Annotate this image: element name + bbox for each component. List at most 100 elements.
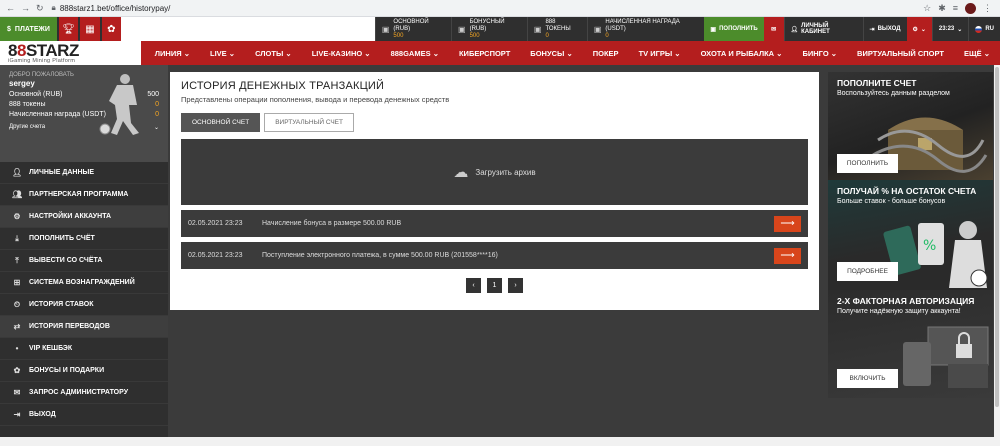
forward-icon[interactable]: → [21,3,30,14]
promo-2fa-button[interactable]: ВКЛЮЧИТЬ [837,369,898,388]
star-icon[interactable]: ☆ [923,3,931,14]
user-icon: 👤︎ [790,26,799,33]
withdraw-icon: ⤒ [15,255,19,265]
page-number[interactable]: 1 [487,278,502,293]
wallet-icon: ▣ [533,24,542,34]
chevron-down-icon: ⌄ [774,48,783,58]
chevron-down-icon: ⌄ [226,48,236,58]
settings-icon: ⚙ [13,212,21,221]
sidebar-item-9[interactable]: ✿ БОНУСЫ И ПОДАРКИ [0,360,168,382]
account-topbar: $ ПЛАТЕЖИ 🏆︎ ▦ ✿ ▣ ОСНОВНОЙ (RUB) 500 ▣ Б… [0,17,1000,41]
menu-item-1[interactable]: LIVE ⌄ [200,49,245,58]
tab-main-account[interactable]: ОСНОВНОЙ СЧЕТ [181,113,261,132]
menu-item-6[interactable]: БОНУСЫ ⌄ [520,49,582,58]
wallet-icon: ▣ [710,26,717,33]
arrow-right-icon[interactable]: ⟶ [774,215,801,232]
promo-deposit-button[interactable]: ПОПОЛНИТЬ [837,154,898,173]
transfer-icon: ⇄ [13,322,21,331]
partners-icon: 👥︎ [12,190,23,199]
mail-icon[interactable]: ✉ [763,17,784,41]
chevron-down-icon: ⌄ [283,48,292,58]
promo-2fa: 2-Х ФАКТОРНАЯ АВТОРИЗАЦИЯ Получите надёж… [828,290,993,398]
menu-item-11[interactable]: ВИРТУАЛЬНЫЙ СПОРТ [847,49,954,58]
page-subtitle: Представлены операции пополнения, вывода… [181,95,450,104]
flag-icon [975,25,983,33]
menu-item-5[interactable]: КИБЕРСПОРТ [449,49,520,58]
next-page-button[interactable]: › [508,278,523,293]
sidebar-item-7[interactable]: ⇄ ИСТОРИЯ ПЕРЕВОДОВ [0,316,168,338]
trophy-icon[interactable]: 🏆︎ [58,17,79,41]
tab-virtual-account[interactable]: ВИРТУАЛЬНЫЙ СЧЕТ [264,113,354,132]
menu-item-9[interactable]: ОХОТА И РЫБАЛКА ⌄ [691,49,793,58]
payments-button[interactable]: $ ПЛАТЕЖИ [0,17,57,41]
deposit-button[interactable]: ▣ ПОПОЛНИТЬ [704,17,764,41]
menu-dots-icon[interactable]: ≡ [953,3,958,13]
extensions-icon[interactable]: ✱ [938,3,946,14]
chevron-down-icon: ⌄ [957,26,963,33]
prev-page-button[interactable]: ‹ [466,278,481,293]
sidebar-item-1[interactable]: 👥︎ ПАРТНЕРСКАЯ ПРОГРАММА [0,184,168,206]
wallet-icon: ▣ [381,24,390,34]
menu-item-10[interactable]: БИНГО ⌄ [792,49,847,58]
back-icon[interactable]: ← [6,3,15,14]
chevron-down-icon: ⌄ [362,48,371,58]
menu-item-0[interactable]: ЛИНИЯ ⌄ [145,49,200,58]
calculator-icon[interactable]: ▦ [80,17,100,41]
football-player-image [99,74,139,135]
svg-text:%: % [923,238,936,254]
transaction-row: 02.05.2021 23:23 Поступление электронног… [181,242,808,269]
profile-avatar[interactable] [965,2,976,14]
profile-card: ДОБРО ПОЖАЛОВАТЬ sergey Основной (RUB) 50… [0,65,168,162]
chevron-down-icon: ⌄ [672,48,681,58]
menu-item-8[interactable]: TV ИГРЫ ⌄ [629,49,691,58]
language-select[interactable]: RU [968,17,1000,41]
sidebar-item-5[interactable]: ⊞ СИСТЕМА ВОЗНАГРАЖДЕНИЙ [0,272,168,294]
sidebar: ДОБРО ПОЖАЛОВАТЬ sergey Основной (RUB) 50… [0,65,168,437]
account-tokens[interactable]: ▣ 888 ТОКЕНЫ 0 [526,17,587,41]
settings-button[interactable]: ⚙ ⌄ [906,17,932,41]
chevron-down-icon: ⌄ [981,48,990,58]
time-select[interactable]: 23:23 ⌄ [931,17,969,41]
sidebar-item-4[interactable]: ⤒ ВЫВЕСТИ СО СЧЁТА [0,250,168,272]
gift-icon[interactable]: ✿ [101,17,121,41]
sidebar-item-3[interactable]: ⤓ ПОПОЛНИТЬ СЧЁТ [0,228,168,250]
sidebar-item-11[interactable]: ⇥ ВЫХОД [0,404,168,426]
main-nav: 88STARZ iGaming Mining Platform ЛИНИЯ ⌄ L… [0,41,1000,65]
menu-item-2[interactable]: СЛОТЫ ⌄ [245,49,302,58]
pagination: ‹ 1 › [181,278,808,293]
download-archive-button[interactable]: ☁ Загрузить архив [181,139,808,205]
wallet-icon: ▣ [593,24,602,34]
rewards-icon: ⊞ [13,278,21,287]
lock-icon: 🔒︎ [51,3,56,12]
kebab-icon[interactable]: ⋮ [983,3,992,14]
address-bar[interactable]: 🔒︎ 888starz1.bet/office/historypay/ [52,3,171,13]
reload-icon[interactable]: ↻ [36,3,44,14]
menu-item-12[interactable]: ЕЩЁ ⌄ [954,49,1000,58]
logout-icon: ⇥ [13,410,21,419]
account-main[interactable]: ▣ ОСНОВНОЙ (RUB) 500 [374,17,451,41]
scrollbar[interactable] [994,65,1000,437]
menu-item-4[interactable]: 888GAMES ⌄ [381,49,449,58]
promo-interest: % ПОЛУЧАЙ % НА ОСТАТОК СЧЕТА Больше став… [828,180,993,290]
menu-item-7[interactable]: ПОКЕР [583,49,629,58]
cabinet-button[interactable]: 👤︎ ЛИЧНЫЙ КАБИНЕТ [783,17,863,41]
arrow-right-icon[interactable]: ⟶ [774,247,801,264]
account-bonus[interactable]: ▣ БОНУСНЫЙ (RUB) 500 [451,17,527,41]
sidebar-item-2[interactable]: ⚙ НАСТРОЙКИ АККАУНТА [0,206,168,228]
menu-item-3[interactable]: LIVE-КАЗИНО ⌄ [302,49,381,58]
gear-icon: ⚙ [912,26,918,33]
promo-interest-button[interactable]: ПОДРОБНЕЕ [837,262,898,281]
account-reward[interactable]: ▣ НАЧИСЛЕННАЯ НАГРАДА (USDT) 0 [586,17,705,41]
logout-button[interactable]: ⇥ ВЫХОД [862,17,907,41]
transaction-row: 02.05.2021 23:23 Начисление бонуса в раз… [181,210,808,237]
site-logo[interactable]: 88STARZ iGaming Mining Platform [0,41,141,65]
chevron-down-icon: ⌄ [828,48,838,58]
sidebar-item-8[interactable]: • VIP КЕШБЭК [0,338,168,360]
page-title: ИСТОРИЯ ДЕНЕЖНЫХ ТРАНЗАКЦИЙ [181,80,385,92]
sidebar-item-0[interactable]: 👤︎ ЛИЧНЫЕ ДАННЫЕ [0,162,168,184]
history-icon: ⏲ [13,299,21,309]
devices-lock-image [903,326,989,388]
sidebar-item-10[interactable]: ✉ ЗАПРОС АДМИНИСТРАТОРУ [0,382,168,404]
chevron-down-icon: ⌄ [153,125,159,131]
sidebar-item-6[interactable]: ⏲ ИСТОРИЯ СТАВОК [0,294,168,316]
